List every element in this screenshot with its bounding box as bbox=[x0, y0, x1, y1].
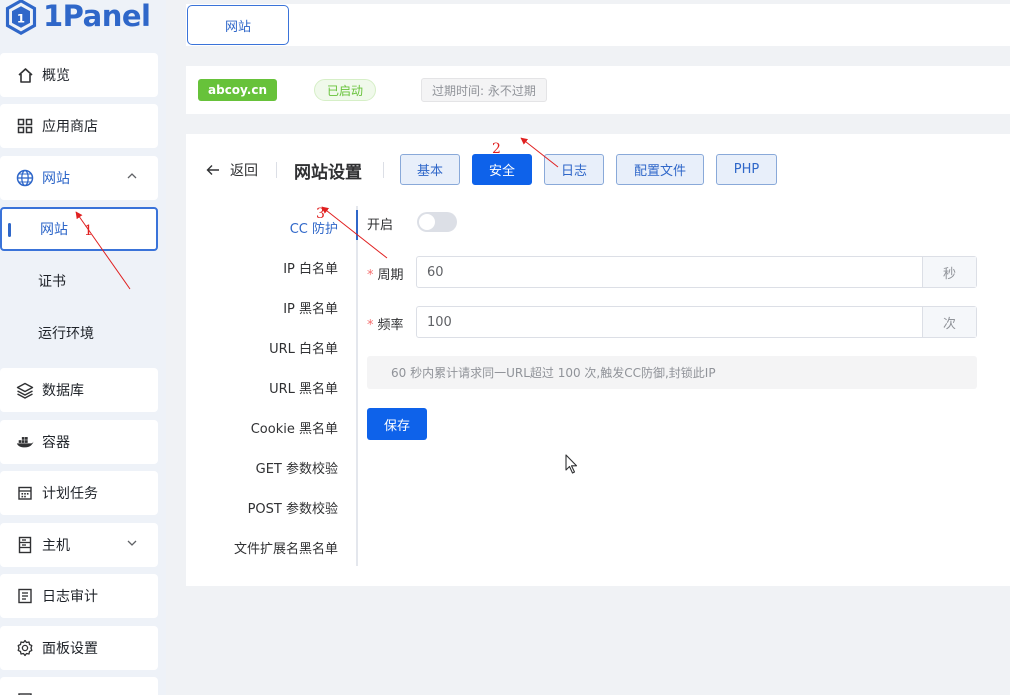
tab-config-file-button[interactable]: 配置文件 bbox=[616, 154, 704, 185]
arrow-left-icon bbox=[206, 165, 219, 175]
sidebar-item-more[interactable] bbox=[0, 677, 158, 695]
period-value[interactable]: 60 bbox=[417, 257, 922, 287]
sidebar-item-database[interactable]: 数据库 bbox=[0, 368, 158, 412]
logo-text: 1Panel bbox=[43, 0, 151, 33]
sidebar-item-audit-logs[interactable]: 日志审计 bbox=[0, 574, 158, 618]
calendar-icon bbox=[16, 484, 34, 502]
menu-item-ip-blacklist[interactable]: IP 黑名单 bbox=[283, 298, 338, 317]
divider bbox=[383, 162, 384, 178]
sidebar-item-certificates[interactable]: 证书 bbox=[0, 259, 158, 303]
period-label: * 周期 bbox=[367, 268, 404, 283]
menu-item-get-param-check[interactable]: GET 参数校验 bbox=[256, 458, 338, 477]
sidebar-item-label: 主机 bbox=[42, 538, 70, 554]
website-settings-card: 返回 网站设置 基本 安全 日志 配置文件 PHP CC 防护 IP 白名单 I… bbox=[186, 134, 1010, 586]
frequency-input[interactable]: 100 次 bbox=[416, 306, 977, 338]
menu-item-file-ext-blacklist[interactable]: 文件扩展名黑名单 bbox=[234, 538, 338, 557]
divider bbox=[276, 162, 277, 178]
sidebar-item-label: 概览 bbox=[42, 68, 70, 84]
sidebar-item-label: 容器 bbox=[42, 435, 70, 451]
menu-item-url-blacklist[interactable]: URL 黑名单 bbox=[269, 378, 338, 397]
sidebar-item-label: 应用商店 bbox=[42, 119, 98, 135]
site-info-bar: abcoy.cn 已启动 过期时间: 永不过期 bbox=[186, 66, 1010, 114]
frequency-label: * 频率 bbox=[367, 318, 404, 333]
sidebar-item-label: 计划任务 bbox=[42, 486, 98, 502]
globe-icon bbox=[16, 169, 34, 187]
enable-switch[interactable] bbox=[417, 212, 457, 232]
sidebar-item-app-store[interactable]: 应用商店 bbox=[0, 104, 158, 148]
menu-item-url-whitelist[interactable]: URL 白名单 bbox=[269, 338, 338, 357]
sidebar-item-label: 数据库 bbox=[42, 383, 84, 399]
back-label: 返回 bbox=[230, 163, 258, 179]
logo-hexagon-icon: 1 bbox=[5, 0, 37, 35]
tab-websites[interactable]: 网站 bbox=[187, 5, 289, 45]
sidebar-item-containers[interactable]: 容器 bbox=[0, 420, 158, 464]
enable-label: 开启 bbox=[367, 218, 394, 233]
page-title: 网站设置 bbox=[294, 163, 362, 183]
tab-security-button[interactable]: 安全 bbox=[472, 154, 532, 185]
cc-hint-text: 60 秒内累计请求同一URL超过 100 次,触发CC防御,封锁此IP bbox=[367, 356, 977, 389]
annotation-number-3: 3 bbox=[316, 206, 325, 222]
apps-grid-icon bbox=[16, 117, 34, 135]
layers-icon bbox=[16, 381, 34, 399]
annotation-number-1: 1 bbox=[84, 223, 93, 239]
sidebar-item-label: 证书 bbox=[38, 274, 66, 290]
sidebar-item-label: 日志审计 bbox=[42, 589, 98, 605]
docker-icon bbox=[16, 433, 34, 451]
period-unit: 秒 bbox=[922, 257, 976, 287]
sidebar-item-runtime[interactable]: 运行环境 bbox=[0, 311, 158, 355]
chevron-down-icon bbox=[127, 540, 137, 546]
tab-basic-button[interactable]: 基本 bbox=[400, 154, 460, 185]
sidebar-item-host[interactable]: 主机 bbox=[0, 523, 158, 567]
save-button[interactable]: 保存 bbox=[367, 408, 427, 440]
sidebar-item-label: 运行环境 bbox=[38, 326, 94, 342]
mouse-cursor-icon bbox=[565, 454, 578, 474]
frequency-value[interactable]: 100 bbox=[417, 307, 922, 337]
sidebar-item-label: 网站 bbox=[42, 171, 70, 187]
frequency-unit: 次 bbox=[922, 307, 976, 337]
site-status-badge: 已启动 bbox=[314, 79, 377, 101]
back-button[interactable]: 返回 bbox=[206, 160, 258, 180]
menu-active-indicator bbox=[356, 210, 358, 240]
sidebar: 1 1Panel 概览 应用商店 网站 网站 证书 运行环境 数据库 容器 计划… bbox=[0, 0, 166, 695]
menu-item-cookie-blacklist[interactable]: Cookie 黑名单 bbox=[251, 418, 338, 437]
period-input[interactable]: 60 秒 bbox=[416, 256, 977, 288]
app-logo[interactable]: 1 1Panel bbox=[0, 0, 166, 40]
active-indicator bbox=[8, 223, 11, 237]
sidebar-item-websites[interactable]: 网站 bbox=[0, 156, 158, 200]
site-expire-badge: 过期时间: 永不过期 bbox=[421, 78, 547, 102]
tab-bar: 网站 bbox=[186, 4, 1010, 46]
security-menu: CC 防护 IP 白名单 IP 黑名单 URL 白名单 URL 黑名单 Cook… bbox=[186, 206, 358, 566]
chevron-up-icon bbox=[127, 173, 137, 179]
sidebar-item-cron-jobs[interactable]: 计划任务 bbox=[0, 471, 158, 515]
sidebar-item-website-list[interactable]: 网站 bbox=[0, 207, 158, 251]
switch-knob bbox=[419, 214, 435, 230]
menu-item-cc-protection[interactable]: CC 防护 bbox=[290, 218, 338, 237]
sidebar-item-label: 面板设置 bbox=[42, 641, 98, 657]
sidebar-item-overview[interactable]: 概览 bbox=[0, 53, 158, 97]
tab-logs-button[interactable]: 日志 bbox=[544, 154, 604, 185]
log-icon bbox=[16, 587, 34, 605]
tab-php-button[interactable]: PHP bbox=[716, 154, 777, 185]
sidebar-item-panel-settings[interactable]: 面板设置 bbox=[0, 626, 158, 670]
server-icon bbox=[16, 536, 34, 554]
gear-icon bbox=[16, 639, 34, 657]
home-icon bbox=[16, 66, 34, 84]
menu-item-post-param-check[interactable]: POST 参数校验 bbox=[248, 498, 338, 517]
annotation-number-2: 2 bbox=[492, 141, 501, 157]
menu-item-ip-whitelist[interactable]: IP 白名单 bbox=[283, 258, 338, 277]
svg-text:1: 1 bbox=[17, 11, 25, 25]
sidebar-item-label: 网站 bbox=[40, 222, 68, 238]
site-domain-badge: abcoy.cn bbox=[198, 79, 277, 101]
toolbox-icon bbox=[16, 690, 34, 695]
